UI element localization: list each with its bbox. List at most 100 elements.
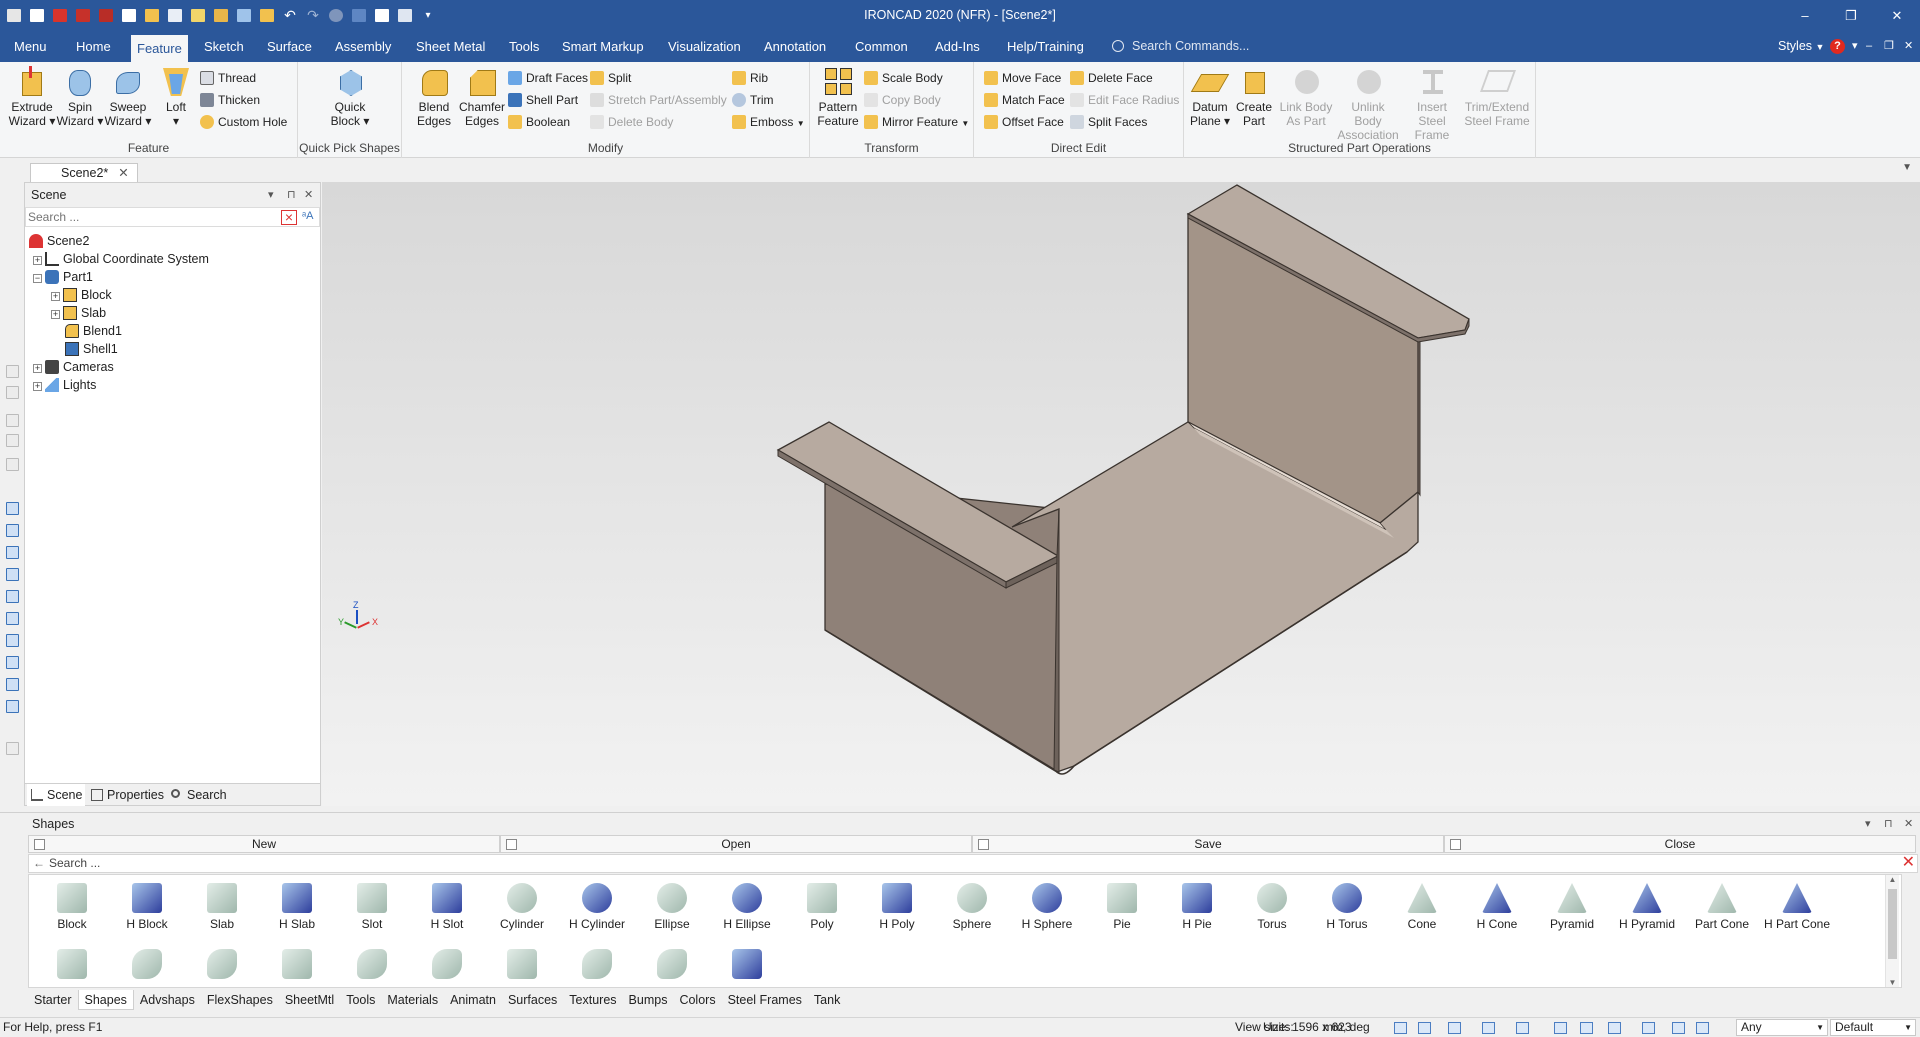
- view-icon[interactable]: [6, 590, 19, 603]
- tab-smart-markup[interactable]: Smart Markup: [556, 31, 650, 62]
- chevron-down-icon[interactable]: ▾: [268, 183, 274, 207]
- tool-icon[interactable]: [6, 458, 19, 471]
- shape-item-part-cone[interactable]: Part Cone: [1685, 883, 1759, 931]
- move-face-button[interactable]: Move Face: [984, 68, 1061, 88]
- scale-body-button[interactable]: Scale Body: [864, 68, 943, 88]
- unlink-body-button[interactable]: Unlink Body Association: [1336, 66, 1400, 142]
- zoom-icon[interactable]: [1394, 1022, 1407, 1034]
- rib-button[interactable]: Rib: [732, 68, 768, 88]
- shape-item-torus[interactable]: Torus: [1235, 883, 1309, 931]
- tab-assembly[interactable]: Assembly: [329, 31, 397, 62]
- catalog-tab-bumps[interactable]: Bumps: [623, 990, 674, 1010]
- section-icon[interactable]: [1642, 1022, 1655, 1034]
- tab-tools[interactable]: Tools: [503, 31, 545, 62]
- delete-body-button[interactable]: Delete Body: [590, 112, 673, 132]
- zoom-area-icon[interactable]: [1418, 1022, 1431, 1034]
- close-icon[interactable]: ✕: [1904, 817, 1913, 830]
- shape-item[interactable]: [485, 949, 559, 983]
- minimize-icon[interactable]: –: [1782, 0, 1828, 31]
- shape-item[interactable]: [335, 949, 409, 983]
- close-icon[interactable]: ✕: [304, 183, 313, 207]
- split-button[interactable]: Split: [590, 68, 631, 88]
- shape-item[interactable]: [410, 949, 484, 983]
- restore-icon[interactable]: ❐: [1828, 0, 1874, 31]
- close-icon[interactable]: ✕: [1904, 31, 1913, 62]
- sweep-wizard-button[interactable]: Sweep Wizard ▾: [104, 66, 152, 128]
- extrude-wizard-button[interactable]: Extrude Wizard ▾: [8, 66, 56, 128]
- shape-item-h-ellipse[interactable]: H Ellipse: [710, 883, 784, 931]
- new-catalog-button[interactable]: New: [28, 835, 500, 853]
- loft-button[interactable]: Loft ▾: [152, 66, 200, 128]
- open-catalog-button[interactable]: Open: [500, 835, 972, 853]
- tab-home[interactable]: Home: [70, 31, 117, 62]
- restore-icon[interactable]: ❐: [1884, 31, 1894, 62]
- tab-feature[interactable]: Feature: [131, 35, 188, 62]
- tab-surface[interactable]: Surface: [261, 31, 318, 62]
- tab-visualization[interactable]: Visualization: [662, 31, 747, 62]
- styles-dropdown[interactable]: Styles ▼: [1778, 31, 1824, 62]
- collapse-icon[interactable]: −: [33, 274, 42, 283]
- tab-properties[interactable]: Properties: [87, 784, 164, 806]
- tab-common[interactable]: Common: [849, 31, 914, 62]
- view-icon[interactable]: [6, 678, 19, 691]
- trim-extend-steel-frame-button[interactable]: Trim/Extend Steel Frame: [1464, 66, 1530, 128]
- close-icon[interactable]: ✕: [118, 166, 128, 180]
- tree-node-block[interactable]: + Block: [51, 286, 112, 304]
- link-body-button[interactable]: Link Body As Part: [1276, 66, 1336, 128]
- pointer-icon[interactable]: [1696, 1022, 1709, 1034]
- pattern-feature-button[interactable]: Pattern Feature: [814, 66, 862, 128]
- catalog-tab-colors[interactable]: Colors: [673, 990, 721, 1010]
- thread-button[interactable]: Thread: [200, 68, 256, 88]
- select-cursor-icon[interactable]: [1672, 1022, 1685, 1034]
- insert-steel-frame-button[interactable]: Insert Steel Frame: [1402, 66, 1462, 142]
- shape-item-poly[interactable]: Poly: [785, 883, 859, 931]
- sheet-metal-part[interactable]: [322, 182, 1920, 806]
- view-icon[interactable]: [6, 568, 19, 581]
- datum-plane-button[interactable]: Datum Plane ▾: [1186, 66, 1234, 128]
- tree-node-cameras[interactable]: + Cameras: [33, 358, 114, 376]
- shape-item-cylinder[interactable]: Cylinder: [485, 883, 559, 931]
- shape-item[interactable]: [710, 949, 784, 983]
- close-catalog-button[interactable]: Close: [1444, 835, 1916, 853]
- view-icon[interactable]: [6, 524, 19, 537]
- selection-filter-dropdown[interactable]: Any ▼: [1736, 1019, 1828, 1036]
- boolean-button[interactable]: Boolean: [508, 112, 570, 132]
- shape-item-h-slab[interactable]: H Slab: [260, 883, 334, 931]
- chevron-down-icon[interactable]: ▾: [1865, 817, 1871, 830]
- camera-tool-icon[interactable]: [1516, 1022, 1529, 1034]
- tab-menu[interactable]: Menu: [8, 31, 53, 62]
- tree-node-slab[interactable]: + Slab: [51, 304, 106, 322]
- split-faces-button[interactable]: Split Faces: [1070, 112, 1147, 132]
- stretch-part-button[interactable]: Stretch Part/Assembly: [590, 90, 727, 110]
- scroll-up-icon[interactable]: ▲: [1886, 875, 1899, 884]
- edit-face-radius-button[interactable]: Edit Face Radius: [1070, 90, 1179, 110]
- shape-item-slab[interactable]: Slab: [185, 883, 259, 931]
- chamfer-edges-button[interactable]: Chamfer Edges: [458, 66, 506, 128]
- units-value[interactable]: mm, deg: [1323, 1018, 1370, 1037]
- catalog-tab-flexshapes[interactable]: FlexShapes: [201, 990, 279, 1010]
- scene-search-input[interactable]: [26, 208, 266, 226]
- shape-item-pie[interactable]: Pie: [1085, 883, 1159, 931]
- catalog-tab-surfaces[interactable]: Surfaces: [502, 990, 563, 1010]
- shape-item-h-cone[interactable]: H Cone: [1460, 883, 1534, 931]
- tree-node-part1[interactable]: − Part1: [33, 268, 93, 286]
- quick-block-button[interactable]: Quick Block ▾: [326, 66, 374, 128]
- catalog-tab-sheetmtl[interactable]: SheetMtl: [279, 990, 340, 1010]
- copy-body-button[interactable]: Copy Body: [864, 90, 941, 110]
- shape-item-h-poly[interactable]: H Poly: [860, 883, 934, 931]
- style-dropdown[interactable]: Default ▼: [1830, 1019, 1916, 1036]
- view-icon[interactable]: [6, 546, 19, 559]
- shape-item-h-slot[interactable]: H Slot: [410, 883, 484, 931]
- close-icon[interactable]: ✕: [1874, 0, 1920, 31]
- scroll-down-icon[interactable]: ▼: [1886, 978, 1899, 987]
- shape-item-block[interactable]: Block: [35, 883, 109, 931]
- measure-icon[interactable]: [6, 742, 19, 755]
- display-mode-icon[interactable]: [1608, 1022, 1621, 1034]
- shape-item-h-part-cone[interactable]: H Part Cone: [1760, 883, 1834, 931]
- pan-icon[interactable]: [1448, 1022, 1461, 1034]
- catalog-scrollbar[interactable]: ▲ ▼: [1885, 875, 1899, 987]
- shape-item-pyramid[interactable]: Pyramid: [1535, 883, 1609, 931]
- clear-search-icon[interactable]: ✕: [1902, 855, 1915, 871]
- tree-node-scene2[interactable]: Scene2: [29, 232, 89, 250]
- shape-item[interactable]: [260, 949, 334, 983]
